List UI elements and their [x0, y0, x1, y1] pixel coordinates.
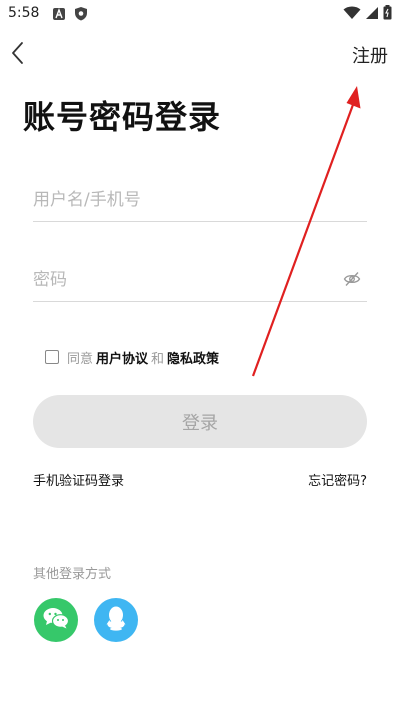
wechat-icon [42, 606, 70, 634]
other-login-title: 其他登录方式 [33, 567, 112, 582]
username-underline [33, 221, 367, 222]
qq-icon [104, 605, 128, 635]
status-icons-left [52, 6, 88, 25]
login-button[interactable]: 登录 [33, 395, 367, 448]
chevron-left-icon [8, 42, 30, 70]
shield-icon [74, 6, 88, 25]
sms-login-link[interactable]: 手机验证码登录 [33, 470, 124, 489]
password-field-container [33, 262, 367, 302]
notification-a-icon [52, 6, 66, 25]
wechat-login-button[interactable] [34, 598, 78, 642]
username-field-container [33, 182, 367, 222]
status-bar: 5:58 [0, 0, 400, 28]
user-agreement-link[interactable]: 用户协议 [96, 348, 148, 367]
agreement-checkbox[interactable] [45, 350, 59, 364]
page-title: 账号密码登录 [23, 98, 222, 136]
battery-icon [383, 5, 392, 24]
status-time: 5:58 [8, 5, 40, 21]
password-underline [33, 301, 367, 302]
privacy-policy-link[interactable]: 隐私政策 [167, 348, 219, 367]
username-input[interactable] [33, 182, 323, 218]
agreement-prefix: 同意 [67, 351, 94, 367]
status-icons-right [343, 5, 392, 24]
back-button[interactable] [8, 40, 32, 68]
forgot-password-link[interactable]: 忘记密码? [308, 470, 367, 489]
agreement-row: 同意 用户协议 和 隐私政策 [45, 347, 222, 367]
register-button[interactable]: 注册 [352, 42, 388, 68]
wifi-icon [343, 5, 361, 24]
password-input[interactable] [33, 262, 323, 298]
qq-login-button[interactable] [94, 598, 138, 642]
agreement-and: 和 [151, 351, 165, 367]
signal-icon [365, 5, 379, 24]
eye-hidden-icon[interactable] [343, 270, 361, 292]
